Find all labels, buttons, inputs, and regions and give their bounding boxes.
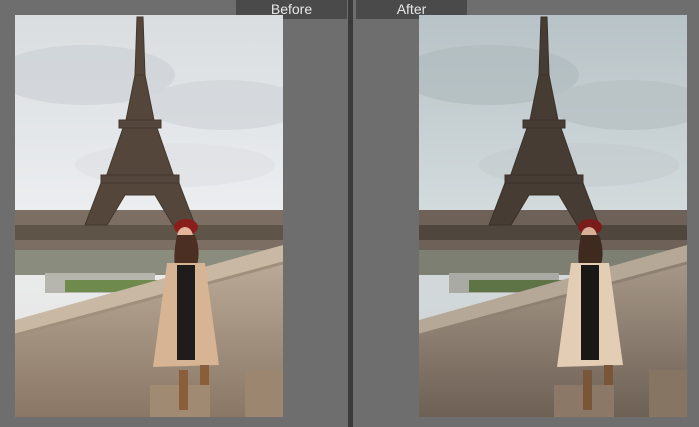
- before-pane: Before: [0, 0, 348, 427]
- after-pane: After: [353, 0, 699, 427]
- before-image: [15, 15, 283, 417]
- after-image: [419, 15, 687, 417]
- after-photo[interactable]: [419, 15, 687, 417]
- before-photo[interactable]: [15, 15, 283, 417]
